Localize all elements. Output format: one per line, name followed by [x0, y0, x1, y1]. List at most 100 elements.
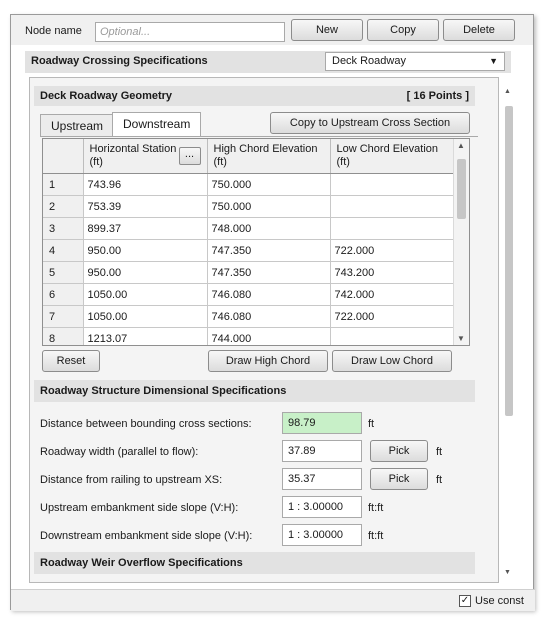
- bounding-distance-field[interactable]: 98.79: [282, 412, 362, 434]
- scroll-down-icon[interactable]: ▼: [457, 334, 465, 343]
- roadway-type-select[interactable]: Deck Roadway ▼: [325, 52, 505, 71]
- table-row[interactable]: 6 1050.00 746.080 742.000: [43, 283, 455, 306]
- table-scrollbar[interactable]: ▲ ▼: [453, 139, 469, 345]
- row-number: 3: [43, 217, 84, 240]
- geometry-table[interactable]: ... Horizontal Station (ft) High Chord E…: [42, 138, 470, 346]
- high-chord-cell[interactable]: 744.000: [207, 327, 331, 345]
- downstream-slope-unit: ft:ft: [368, 530, 384, 542]
- upstream-slope-unit: ft:ft: [368, 502, 384, 514]
- row-number: 5: [43, 261, 84, 284]
- table-row[interactable]: 7 1050.00 746.080 722.000: [43, 305, 455, 328]
- roadway-type-value: Deck Roadway: [332, 55, 406, 67]
- low-chord-cell[interactable]: 742.000: [330, 283, 455, 306]
- downstream-slope-label: Downstream embankment side slope (V:H):: [40, 530, 253, 542]
- tab-upstream[interactable]: Upstream: [40, 114, 115, 136]
- tab-downstream[interactable]: Downstream: [112, 112, 202, 136]
- railing-distance-pick-button[interactable]: Pick: [370, 468, 428, 490]
- low-chord-cell[interactable]: [330, 327, 455, 345]
- roadway-width-label: Roadway width (parallel to flow):: [40, 446, 199, 458]
- upstream-slope-label: Upstream embankment side slope (V:H):: [40, 502, 239, 514]
- railing-distance-field[interactable]: 35.37: [282, 468, 362, 490]
- station-cell[interactable]: 950.00: [83, 239, 208, 262]
- roadway-width-pick-button[interactable]: Pick: [370, 440, 428, 462]
- panel-scrollbar[interactable]: ▲ ▼: [504, 86, 514, 576]
- high-chord-cell[interactable]: 746.080: [207, 283, 331, 306]
- use-const-checkbox[interactable]: ✓: [459, 595, 471, 607]
- table-row[interactable]: 2 753.39 750.000: [43, 195, 455, 218]
- copy-button[interactable]: Copy: [367, 19, 439, 41]
- deck-geometry-title: Deck Roadway Geometry: [40, 90, 173, 102]
- high-chord-column-header[interactable]: High Chord Elevation (ft): [207, 139, 331, 174]
- station-cell[interactable]: 1050.00: [83, 305, 208, 328]
- station-cell[interactable]: 753.39: [83, 195, 208, 218]
- railing-distance-unit: ft: [436, 474, 443, 486]
- high-chord-cell[interactable]: 747.350: [207, 239, 331, 262]
- use-const-label: Use const: [475, 595, 524, 607]
- row-number: 2: [43, 195, 84, 218]
- station-column-label: Horizontal Station (ft): [89, 143, 177, 168]
- downstream-slope-field[interactable]: 1 : 3.00000: [282, 524, 362, 546]
- station-cell[interactable]: 950.00: [83, 261, 208, 284]
- low-chord-cell[interactable]: [330, 217, 455, 240]
- bounding-distance-label: Distance between bounding cross sections…: [40, 418, 252, 430]
- weir-section-header: Roadway Weir Overflow Specifications: [34, 552, 475, 574]
- row-number: 4: [43, 239, 84, 262]
- new-button[interactable]: New: [291, 19, 363, 41]
- scroll-up-icon[interactable]: ▲: [457, 141, 465, 150]
- table-row[interactable]: 3 899.37 748.000: [43, 217, 455, 240]
- row-number: 6: [43, 283, 84, 306]
- station-cell[interactable]: 1050.00: [83, 283, 208, 306]
- low-chord-cell[interactable]: 722.000: [330, 305, 455, 328]
- station-cell[interactable]: 899.37: [83, 217, 208, 240]
- high-chord-cell[interactable]: 747.350: [207, 261, 331, 284]
- station-ellipsis-button[interactable]: ...: [178, 147, 201, 165]
- panel-scroll-thumb[interactable]: [505, 106, 513, 416]
- station-cell[interactable]: 743.96: [83, 173, 208, 196]
- tab-divider: [40, 136, 478, 137]
- row-number: 1: [43, 173, 84, 196]
- panel-scroll-down-icon[interactable]: ▼: [504, 569, 511, 576]
- low-chord-column-header[interactable]: Low Chord Elevation (ft): [330, 139, 455, 174]
- delete-button[interactable]: Delete: [443, 19, 515, 41]
- station-cell[interactable]: 1213.07: [83, 327, 208, 345]
- node-name-input[interactable]: Optional...: [95, 22, 285, 42]
- table-row[interactable]: 1 743.96 750.000: [43, 173, 455, 196]
- row-number: 8: [43, 327, 84, 345]
- row-number: 7: [43, 305, 84, 328]
- low-chord-cell[interactable]: [330, 173, 455, 196]
- low-chord-cell[interactable]: [330, 195, 455, 218]
- structure-section-header: Roadway Structure Dimensional Specificat…: [34, 380, 475, 402]
- node-name-label: Node name: [25, 25, 82, 37]
- high-chord-cell[interactable]: 750.000: [207, 173, 331, 196]
- station-column-header[interactable]: ... Horizontal Station (ft): [83, 139, 208, 174]
- low-chord-cell[interactable]: 743.200: [330, 261, 455, 284]
- low-chord-cell[interactable]: 722.000: [330, 239, 455, 262]
- structure-section-title: Roadway Structure Dimensional Specificat…: [40, 385, 287, 397]
- high-chord-cell[interactable]: 746.080: [207, 305, 331, 328]
- draw-low-chord-button[interactable]: Draw Low Chord: [332, 350, 452, 372]
- table-scroll-thumb[interactable]: [457, 159, 466, 219]
- panel-scroll-up-icon[interactable]: ▲: [504, 88, 511, 95]
- bottom-bar: ✓ Use const: [11, 589, 535, 611]
- reset-button[interactable]: Reset: [42, 350, 100, 372]
- table-row[interactable]: 4 950.00 747.350 722.000: [43, 239, 455, 262]
- editor-window: Node name Optional... New Copy Delete Ro…: [10, 14, 535, 611]
- top-toolbar: Node name Optional... New Copy Delete: [11, 15, 533, 45]
- table-row[interactable]: 5 950.00 747.350 743.200: [43, 261, 455, 284]
- roadway-width-unit: ft: [436, 446, 443, 458]
- points-count: [ 16 Points ]: [406, 90, 469, 102]
- table-row[interactable]: 8 1213.07 744.000: [43, 327, 455, 345]
- roadway-crossing-title: Roadway Crossing Specifications: [31, 55, 208, 67]
- weir-section-title: Roadway Weir Overflow Specifications: [40, 557, 243, 569]
- roadway-width-field[interactable]: 37.89: [282, 440, 362, 462]
- high-chord-cell[interactable]: 748.000: [207, 217, 331, 240]
- bounding-distance-unit: ft: [368, 418, 375, 430]
- table-header-row: ... Horizontal Station (ft) High Chord E…: [43, 139, 455, 174]
- railing-distance-label: Distance from railing to upstream XS:: [40, 474, 223, 486]
- upstream-slope-field[interactable]: 1 : 3.00000: [282, 496, 362, 518]
- draw-high-chord-button[interactable]: Draw High Chord: [208, 350, 328, 372]
- high-chord-cell[interactable]: 750.000: [207, 195, 331, 218]
- deck-geometry-header: Deck Roadway Geometry [ 16 Points ]: [34, 86, 475, 106]
- copy-upstream-button[interactable]: Copy to Upstream Cross Section: [270, 112, 470, 134]
- deck-roadway-panel: Deck Roadway Geometry [ 16 Points ] Upst…: [29, 77, 513, 583]
